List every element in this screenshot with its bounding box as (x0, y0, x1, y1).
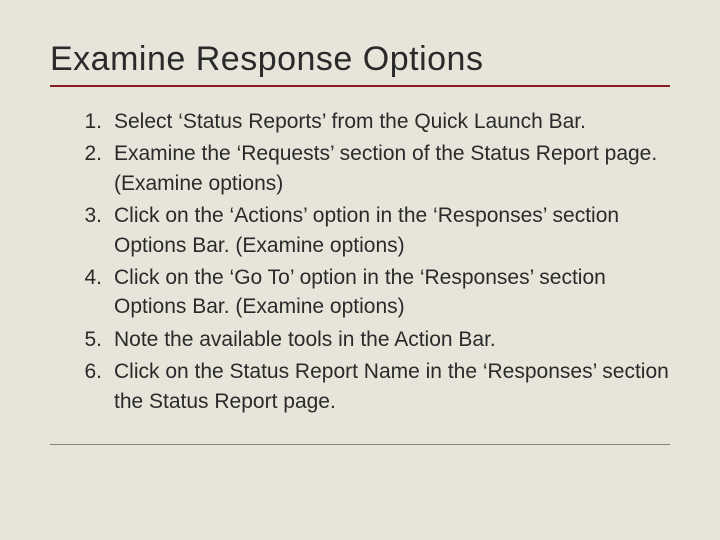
list-item: 5. Note the available tools in the Actio… (78, 325, 670, 354)
list-item: 4. Click on the ‘Go To’ option in the ‘R… (78, 263, 670, 322)
list-number: 4. (78, 263, 114, 322)
slide-heading: Examine Response Options (50, 40, 670, 87)
list-text: Note the available tools in the Action B… (114, 325, 670, 354)
list-number: 5. (78, 325, 114, 354)
list-item: 6. Click on the Status Report Name in th… (78, 357, 670, 416)
list-item: 1. Select ‘Status Reports’ from the Quic… (78, 107, 670, 136)
list-text: Click on the ‘Go To’ option in the ‘Resp… (114, 263, 670, 322)
list-text: Select ‘Status Reports’ from the Quick L… (114, 107, 670, 136)
list-number: 6. (78, 357, 114, 416)
list-item: 3. Click on the ‘Actions’ option in the … (78, 201, 670, 260)
list-number: 2. (78, 139, 114, 198)
instruction-list: 1. Select ‘Status Reports’ from the Quic… (50, 107, 670, 416)
list-number: 1. (78, 107, 114, 136)
footer-divider (50, 444, 670, 445)
list-text: Click on the Status Report Name in the ‘… (114, 357, 670, 416)
list-number: 3. (78, 201, 114, 260)
list-text: Examine the ‘Requests’ section of the St… (114, 139, 670, 198)
list-text: Click on the ‘Actions’ option in the ‘Re… (114, 201, 670, 260)
list-item: 2. Examine the ‘Requests’ section of the… (78, 139, 670, 198)
